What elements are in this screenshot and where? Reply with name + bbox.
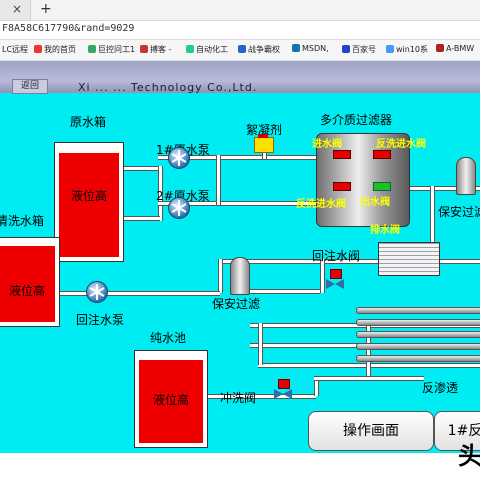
- wash-tank-label: 清洗水箱: [0, 214, 45, 228]
- pure-water-tank: 液位高: [134, 350, 208, 448]
- bookmarks-bar: LC远程 我的首页 巨控问工1 搏客 - 自动化工 战争霸权 MSDN, 百家号…: [0, 40, 480, 61]
- flush-valve[interactable]: [274, 379, 292, 399]
- cartridge-bank: [378, 242, 440, 276]
- operation-screen-button[interactable]: 操作画面: [308, 411, 434, 451]
- pipe: [320, 259, 325, 293]
- bookmark-item[interactable]: MSDN,: [292, 44, 329, 53]
- company-title: Xi ... ... Technology Co.,Ltd.: [78, 81, 258, 94]
- valve-actuator: [278, 379, 290, 389]
- windows-icon: [386, 45, 394, 53]
- mmf-label: 多介质过滤器: [320, 113, 393, 127]
- weibo-icon: [34, 45, 42, 53]
- leaf-icon: [186, 45, 194, 53]
- address-bar[interactable]: F8A58C617790&rand=9029: [0, 21, 480, 40]
- pure-tank-level-text: 液位高: [152, 393, 189, 407]
- wash-water-tank: 液位高: [0, 237, 60, 327]
- return-valve[interactable]: [326, 269, 344, 289]
- bookmark-item[interactable]: 巨控问工1: [88, 44, 135, 55]
- pipe: [120, 166, 160, 171]
- mmf-out-valve[interactable]: [373, 182, 391, 191]
- browser-tab[interactable]: ×: [0, 0, 31, 20]
- bookmark-item[interactable]: 我的首页: [34, 44, 76, 55]
- valve-actuator: [330, 269, 342, 279]
- security-filter-1: [230, 257, 250, 295]
- ro-membrane: [356, 331, 480, 338]
- mmf-backwash-in-label: 反洗进水阀: [376, 139, 426, 150]
- bookmark-item[interactable]: win10系: [386, 44, 428, 55]
- bookmark-item[interactable]: LC远程: [2, 44, 28, 55]
- raw-tank-label: 原水箱: [70, 115, 107, 129]
- pipe: [258, 323, 263, 365]
- ro-membrane: [356, 319, 480, 326]
- bookmark-item[interactable]: 战争霸权: [238, 44, 280, 55]
- pure-tank-label: 纯水池: [150, 331, 187, 345]
- pipe: [216, 155, 221, 205]
- mmf-backwash-in-valve[interactable]: [373, 150, 391, 159]
- flocculant-doser[interactable]: [254, 134, 274, 153]
- ro-membrane: [356, 355, 480, 362]
- raw-tank-level-text: 液位高: [70, 189, 107, 203]
- pipe: [218, 259, 223, 293]
- mmf-backwash-out-label: 反洗进水阀: [296, 199, 346, 210]
- pipe: [250, 289, 320, 294]
- mmf-out-valve-label: 出水阀: [360, 197, 390, 208]
- bmw-icon: [436, 44, 444, 52]
- return-valve-label: 回注水阀: [312, 249, 361, 263]
- baidu-icon: [342, 45, 350, 53]
- close-tab-icon[interactable]: ×: [12, 2, 22, 16]
- security-filter-2: [456, 157, 476, 195]
- bookmark-item[interactable]: 百家号: [342, 44, 376, 55]
- hmi-screen: 返回 Xi ... ... Technology Co.,Ltd. 液位高 液位…: [0, 61, 480, 453]
- folder-icon: [88, 45, 96, 53]
- mmf-backwash-out-valve[interactable]: [333, 182, 351, 191]
- header-back-button[interactable]: 返回: [12, 79, 48, 94]
- return-pump-label: 回注水泵: [76, 313, 125, 327]
- doser-cap: [258, 134, 268, 138]
- msdn-icon: [292, 44, 300, 52]
- hmi-header: 返回 Xi ... ... Technology Co.,Ltd.: [0, 61, 480, 94]
- pipe: [118, 291, 220, 296]
- blog-icon: [140, 45, 148, 53]
- mmf-in-valve[interactable]: [333, 150, 351, 159]
- security-filter-label: 保安过滤: [212, 297, 261, 311]
- valve-body: [283, 389, 292, 399]
- mmf-drain-valve-label: 排水阀: [370, 225, 400, 236]
- valve-body: [335, 279, 344, 289]
- new-tab-icon[interactable]: +: [40, 1, 52, 17]
- return-pump[interactable]: [86, 281, 108, 303]
- mmf-in-valve-label: 进水阀: [312, 139, 342, 150]
- corner-overlay-text: 头: [458, 442, 480, 470]
- ro-label: 反渗透: [422, 381, 459, 395]
- wash-tank-level-text: 液位高: [8, 284, 45, 298]
- raw-pump-1[interactable]: [168, 147, 190, 169]
- flush-valve-label: 冲洗阀: [220, 391, 257, 405]
- valve-body: [274, 389, 283, 399]
- pipe: [314, 376, 424, 381]
- bookmark-item[interactable]: 搏客 -: [140, 44, 171, 55]
- raw-pump-2[interactable]: [168, 197, 190, 219]
- game-icon: [238, 45, 246, 53]
- bookmark-item[interactable]: 自动化工: [186, 44, 228, 55]
- address-text: F8A58C617790&rand=9029: [2, 23, 135, 34]
- ro-membrane: [356, 307, 480, 314]
- ro-membrane: [356, 343, 480, 350]
- bookmark-item[interactable]: A-BMW: [436, 44, 474, 53]
- valve-body: [326, 279, 335, 289]
- security-filter-label-2: 保安过滤: [438, 205, 480, 219]
- pipe: [120, 216, 160, 221]
- raw-tank-level-fill: [59, 152, 119, 257]
- browser-tab-bar: × +: [0, 0, 480, 21]
- raw-water-tank: 液位高: [54, 142, 124, 262]
